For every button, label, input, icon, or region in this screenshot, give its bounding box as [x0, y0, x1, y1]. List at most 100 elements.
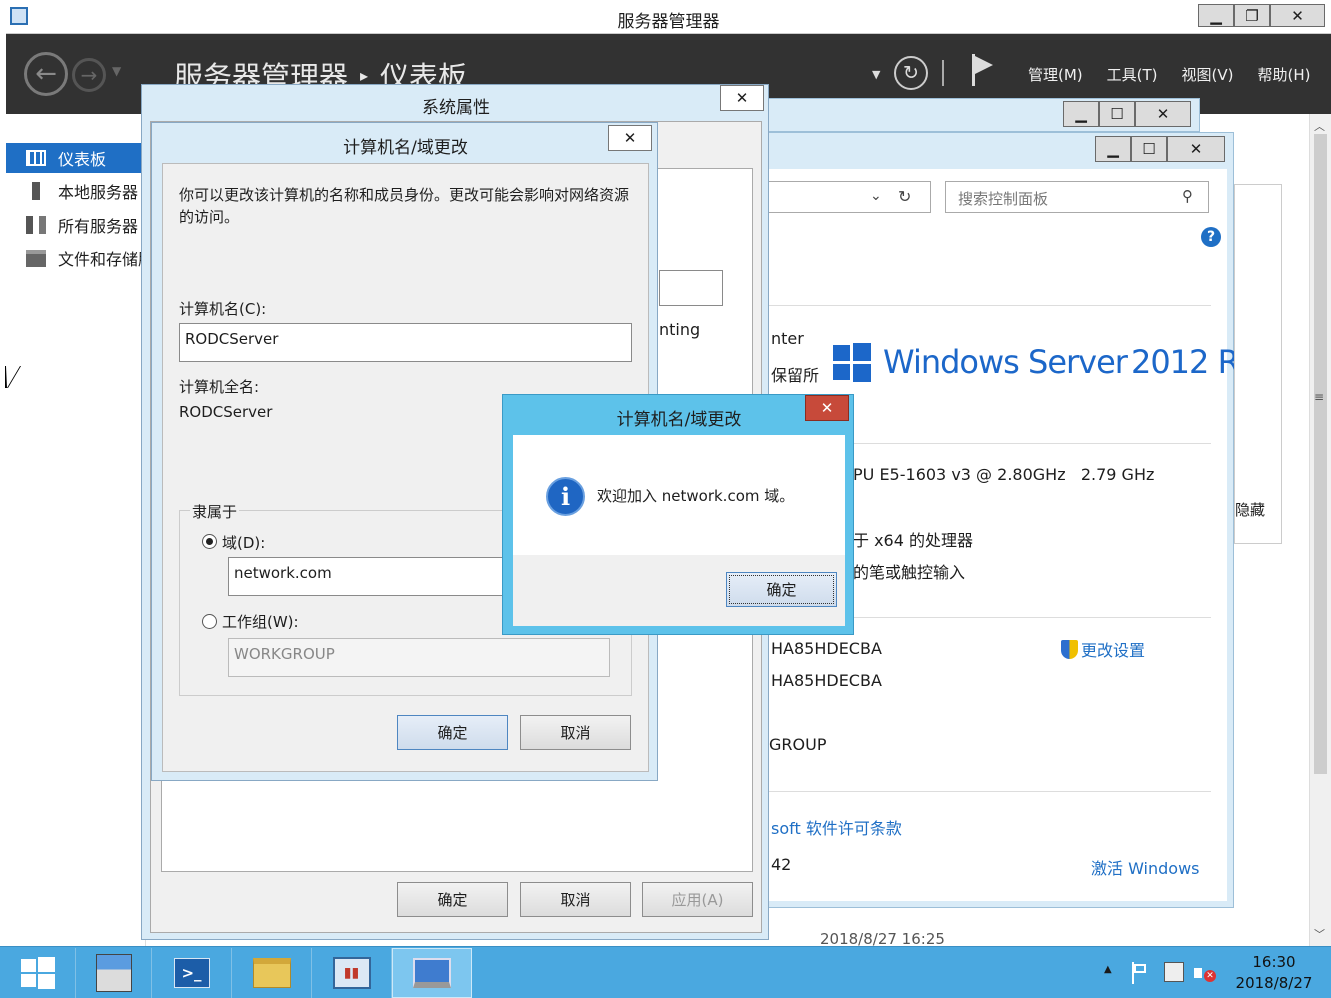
description-field[interactable]: [659, 270, 723, 306]
sidebar-item-file-storage[interactable]: 文件和存储服务: [6, 243, 170, 273]
cancel-button[interactable]: 取消: [520, 882, 631, 917]
folder-icon: [252, 958, 291, 988]
message-body: i 欢迎加入 network.com 域。 确定: [513, 435, 845, 626]
show-hidden-icons[interactable]: ▲: [1104, 964, 1112, 975]
volume-muted-icon[interactable]: ✕: [1194, 964, 1218, 984]
edition-text: nter: [771, 329, 804, 348]
close-button[interactable]: ✕: [1270, 4, 1325, 27]
search-icon[interactable]: ⚲: [1182, 187, 1193, 205]
header-divider: [942, 60, 944, 86]
mouse-cursor-icon: [6, 366, 20, 388]
workgroup-radio[interactable]: [202, 614, 217, 629]
clock-time: 16:30: [1252, 953, 1296, 971]
menu-help[interactable]: 帮助(H): [1258, 64, 1311, 85]
sidebar-item-local-server[interactable]: 本地服务器: [6, 176, 146, 206]
servers-icon: [26, 216, 46, 234]
refresh-dropdown-icon[interactable]: ▼: [872, 68, 880, 81]
apply-button[interactable]: 应用(A): [642, 882, 753, 917]
history-dropdown-icon[interactable]: ▼: [112, 64, 121, 78]
minimize-button[interactable]: ▁: [1063, 101, 1099, 127]
taskbar-control-panel[interactable]: ▮▮: [312, 948, 392, 998]
search-input[interactable]: 搜索控制面板: [958, 188, 1048, 209]
full-name-value: HA85HDECBA: [771, 671, 882, 690]
vertical-scrollbar[interactable]: ︿ ≡ ﹀: [1309, 114, 1331, 948]
clock-date: 2018/8/27: [1235, 974, 1313, 992]
dialog-title: 计算机名/域更改: [343, 138, 468, 158]
start-button[interactable]: [0, 948, 76, 998]
license-terms-link[interactable]: soft 软件许可条款: [771, 815, 902, 839]
taskbar-file-explorer[interactable]: [232, 948, 312, 998]
dialog-title: 计算机名/域更改: [616, 410, 742, 430]
domain-label[interactable]: 域(D):: [222, 532, 265, 553]
workgroup-label[interactable]: 工作组(W):: [222, 611, 299, 632]
maximize-button[interactable]: ☐: [1099, 101, 1135, 127]
control-panel-icon: ▮▮: [332, 957, 371, 989]
server-manager-titlebar: 服务器管理器 ▁ ❐ ✕: [6, 0, 1331, 34]
address-bar[interactable]: ⌄ ↻: [761, 181, 931, 213]
full-name-label: 计算机全名:: [179, 378, 260, 396]
change-settings-label: 更改设置: [1081, 641, 1146, 660]
sidebar-item-dashboard[interactable]: 仪表板: [6, 143, 146, 173]
powershell-icon: >_: [173, 958, 210, 988]
arrow-right-icon: →: [80, 63, 98, 87]
logo-name: Windows Server: [883, 343, 1128, 381]
menu-view[interactable]: 视图(V): [1182, 64, 1234, 85]
workgroup-value: GROUP: [769, 735, 827, 754]
dialog-title: 系统属性: [422, 98, 490, 118]
close-button[interactable]: ✕: [608, 125, 652, 151]
minimize-button[interactable]: ▁: [1095, 136, 1131, 162]
refresh-icon[interactable]: ↻: [898, 187, 911, 206]
refresh-button[interactable]: ↻: [894, 56, 928, 90]
scroll-up-icon[interactable]: ︿: [1314, 118, 1325, 134]
partial-label: nting: [659, 320, 701, 339]
sidebar-item-label: 仪表板: [58, 150, 107, 169]
control-panel-window-back: ▁ ☐ ✕: [764, 98, 1200, 132]
breadcrumb-separator: ▸: [360, 65, 369, 85]
window-caption-buttons: ▁ ❐ ✕: [1198, 4, 1331, 28]
network-icon[interactable]: [1164, 962, 1184, 982]
notifications-flag-icon[interactable]: [972, 54, 994, 86]
header-menu: 管理(M) 工具(T) 视图(V) 帮助(H): [1028, 64, 1310, 85]
sidebar: 仪表板 本地服务器 所有服务器 文件和存储服务: [6, 114, 170, 948]
change-settings-link[interactable]: 更改设置: [1061, 637, 1145, 661]
forward-button[interactable]: →: [72, 58, 106, 92]
pen-touch-text: 的笔或触控输入: [853, 563, 966, 582]
clock[interactable]: 16:30 2018/8/27: [1226, 952, 1322, 994]
action-center-flag-icon[interactable]: [1130, 962, 1150, 984]
close-button[interactable]: ✕: [1135, 101, 1191, 127]
ok-button[interactable]: 确定: [397, 715, 508, 750]
full-name-value: RODCServer: [179, 403, 273, 421]
sidebar-item-label: 所有服务器: [58, 217, 139, 236]
server-manager-icon: [95, 954, 132, 992]
ok-button[interactable]: 确定: [726, 572, 837, 607]
back-button[interactable]: ←: [24, 52, 68, 96]
ok-button[interactable]: 确定: [397, 882, 508, 917]
menu-manage[interactable]: 管理(M): [1028, 64, 1083, 85]
minimize-button[interactable]: ▁: [1198, 4, 1234, 27]
taskbar-powershell[interactable]: >_: [152, 948, 232, 998]
maximize-button[interactable]: ☐: [1131, 136, 1167, 162]
close-button[interactable]: ✕: [1167, 136, 1225, 162]
info-icon: i: [546, 477, 585, 516]
computer-name-input[interactable]: RODCServer: [179, 323, 632, 362]
menu-tools[interactable]: 工具(T): [1107, 64, 1158, 85]
hide-text: 隐藏: [1235, 501, 1266, 519]
shield-icon: [1061, 639, 1078, 659]
taskbar-system[interactable]: [392, 948, 472, 998]
close-button[interactable]: ✕: [805, 395, 849, 421]
scroll-thumb[interactable]: [1314, 134, 1327, 774]
windows-server-logo-text: Windows Server 2012 R2: [883, 343, 1259, 381]
scroll-down-icon[interactable]: ﹀: [1314, 926, 1325, 942]
windows-start-icon: [20, 957, 55, 989]
cancel-button[interactable]: 取消: [520, 715, 631, 750]
taskbar-server-manager[interactable]: [76, 948, 152, 998]
divider: [769, 305, 1211, 306]
sidebar-item-all-servers[interactable]: 所有服务器: [6, 210, 146, 240]
help-icon[interactable]: ?: [1201, 227, 1221, 247]
activate-windows-link[interactable]: 激活 Windows: [1091, 855, 1200, 879]
restore-button[interactable]: ❐: [1234, 4, 1270, 27]
history-dropdown-icon[interactable]: ⌄: [870, 188, 882, 204]
search-control-panel[interactable]: 搜索控制面板 ⚲: [945, 181, 1209, 213]
domain-radio[interactable]: [202, 534, 217, 549]
close-button[interactable]: ✕: [720, 85, 764, 111]
